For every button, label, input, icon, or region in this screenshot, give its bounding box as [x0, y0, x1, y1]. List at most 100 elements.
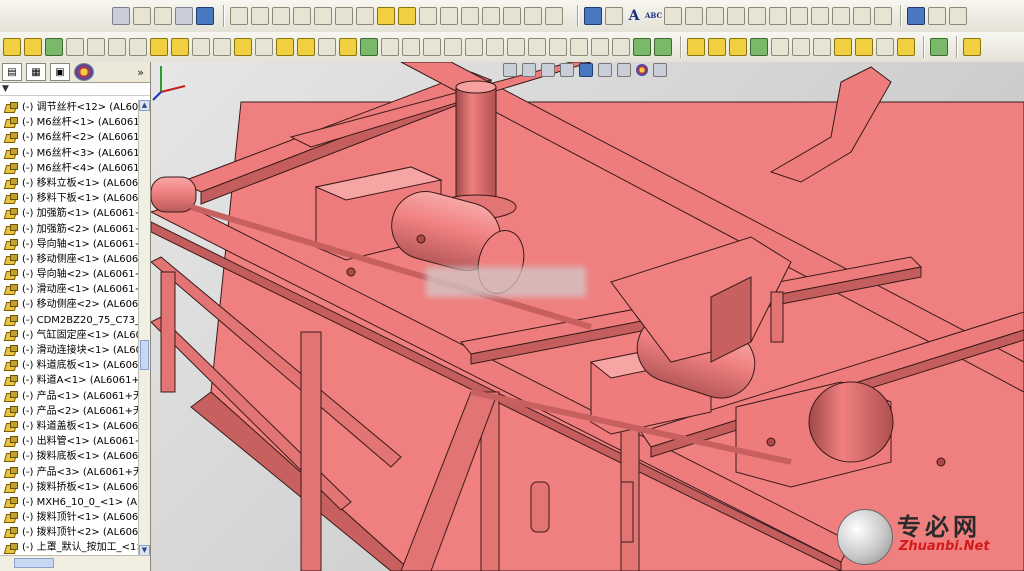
rib-icon[interactable]	[503, 7, 521, 25]
configuration-manager-tab-icon[interactable]: ▣	[50, 63, 70, 81]
tree-item[interactable]: (-) 导向轴<1> (AL6061+无	[0, 237, 138, 252]
knit-icon[interactable]	[612, 38, 630, 56]
sheetmetal-icon[interactable]	[381, 38, 399, 56]
check-icon[interactable]	[706, 7, 724, 25]
tree-item[interactable]: (-) 拨料挢板<1> (AL6061	[0, 480, 138, 495]
tree-item[interactable]: (-) M6丝杆<1> (AL6061+无	[0, 115, 138, 130]
fillet-feature-icon[interactable]	[129, 38, 147, 56]
tree-item[interactable]: (-) M6丝杆<2> (AL6061+无	[0, 130, 138, 145]
tree-item[interactable]: (-) 拨料顶针<2> (AL6061	[0, 525, 138, 540]
insert-component-icon[interactable]	[687, 38, 705, 56]
chamfer-icon[interactable]	[461, 7, 479, 25]
component-icon[interactable]	[133, 7, 151, 25]
tree-item[interactable]: (-) 出料管<1> (AL6061+	[0, 434, 138, 449]
appearance-icon[interactable]	[930, 38, 948, 56]
previous-view-icon[interactable]	[541, 63, 555, 77]
panel-filter-bar[interactable]: ▼	[0, 83, 150, 96]
tree-item[interactable]: (-) 移料下板<1> (AL6061	[0, 191, 138, 206]
extra-tool-icon[interactable]	[963, 38, 981, 56]
tree-item[interactable]: (-) 调节丝杆<12> (AL606	[0, 100, 138, 115]
assembly-pattern-icon[interactable]	[855, 38, 873, 56]
dimension-icon[interactable]	[293, 7, 311, 25]
tree-horizontal-scrollbar[interactable]	[0, 555, 150, 571]
hole-wizard-icon[interactable]	[234, 38, 252, 56]
pattern-icon[interactable]	[545, 7, 563, 25]
gusset-icon[interactable]	[486, 38, 504, 56]
tree-item[interactable]: (-) 料道盖板<1> (AL6061	[0, 419, 138, 434]
mirror-feature-icon[interactable]	[318, 38, 336, 56]
view-orientation-icon[interactable]	[579, 63, 593, 77]
tolerance-icon[interactable]	[748, 7, 766, 25]
rebuild-assembly-icon[interactable]	[897, 38, 915, 56]
rib-feature-icon[interactable]	[171, 38, 189, 56]
apply-scene-icon[interactable]	[653, 63, 667, 77]
spell-check-icon[interactable]: ABC	[645, 8, 662, 24]
sketch-icon[interactable]	[230, 7, 248, 25]
graphics-viewport[interactable]: 专必网 Zhuanbi.Net	[151, 62, 1024, 571]
revolve-cut-icon[interactable]	[108, 38, 126, 56]
scroll-up-arrow-icon[interactable]: ▲	[139, 100, 150, 111]
fillet-icon[interactable]	[440, 7, 458, 25]
hide-show-icon[interactable]	[813, 38, 831, 56]
rotate-component-icon[interactable]	[729, 38, 747, 56]
structural-member-icon[interactable]	[444, 38, 462, 56]
curves-icon[interactable]	[339, 38, 357, 56]
hide-show-items-icon[interactable]	[617, 63, 631, 77]
weldment-icon[interactable]	[423, 38, 441, 56]
tree-item[interactable]: (-) 产品<3> (AL6061+无仿	[0, 465, 138, 480]
revolve-icon[interactable]	[24, 38, 42, 56]
loft-icon[interactable]	[66, 38, 84, 56]
extrude-icon[interactable]	[3, 38, 21, 56]
trim-extend-icon[interactable]	[465, 38, 483, 56]
section-view-icon[interactable]	[560, 63, 574, 77]
scrollbar-thumb[interactable]	[14, 558, 54, 568]
display-style-icon[interactable]	[598, 63, 612, 77]
note-icon[interactable]	[605, 7, 623, 25]
tree-item[interactable]: (-) 滑动座<1> (AL6061+无	[0, 282, 138, 297]
tree-item[interactable]: (-) 气缸固定座<1> (AL60	[0, 328, 138, 343]
tree-item[interactable]: (-) 产品<2> (AL6061+无仿	[0, 404, 138, 419]
shell-feature-icon[interactable]	[192, 38, 210, 56]
tree-item[interactable]: (-) 加强筋<1> (AL6061+无	[0, 206, 138, 221]
sweep-icon[interactable]	[45, 38, 63, 56]
text-icon[interactable]: A	[626, 8, 642, 24]
zoom-to-fit-icon[interactable]	[503, 63, 517, 77]
appearance-tab-icon[interactable]	[74, 63, 94, 81]
tree-item[interactable]: (-) 移动侧座<2> (AL6061	[0, 297, 138, 312]
datum-icon[interactable]	[769, 7, 787, 25]
zoom-area-icon[interactable]	[522, 63, 536, 77]
filter-icon[interactable]	[112, 7, 130, 25]
tree-item[interactable]: (-) M6丝杆<4> (AL6061+无	[0, 161, 138, 176]
edit-appearance-icon[interactable]	[636, 64, 648, 76]
surface-finish-icon[interactable]	[811, 7, 829, 25]
tree-item[interactable]: (-) 拨料顶针<1> (AL6061	[0, 510, 138, 525]
tree-item[interactable]: (-) 产品<1> (AL6061+无仿	[0, 389, 138, 404]
camera-icon[interactable]	[154, 7, 172, 25]
tree-item[interactable]: (-) 滑动连接块<1> (AL60	[0, 343, 138, 358]
trim-icon[interactable]	[314, 7, 332, 25]
window-icon[interactable]	[196, 7, 214, 25]
interference-icon[interactable]	[792, 38, 810, 56]
surface-icon[interactable]	[591, 38, 609, 56]
tree-item[interactable]: (-) 上罩_默认_按加工_<1>	[0, 540, 138, 555]
tree-item[interactable]: (-) 移动侧座<1> (AL6061	[0, 252, 138, 267]
table-icon[interactable]	[853, 7, 871, 25]
save-icon[interactable]	[175, 7, 193, 25]
options-icon[interactable]	[398, 7, 416, 25]
balloon-icon[interactable]	[790, 7, 808, 25]
circular-pattern-icon[interactable]	[297, 38, 315, 56]
tree-item[interactable]: (-) 加强筋<2> (AL6061+无	[0, 222, 138, 237]
smart-fasteners-icon[interactable]	[750, 38, 768, 56]
zoom-area-icon[interactable]	[685, 7, 703, 25]
hole-icon[interactable]	[419, 7, 437, 25]
origin-icon[interactable]	[907, 7, 925, 25]
layout-icon[interactable]	[949, 7, 967, 25]
feature-tree-tab-icon[interactable]: ▤	[2, 63, 22, 81]
tree-item[interactable]: (-) 拨料底板<1> (AL6061	[0, 449, 138, 464]
smart-dimension-icon[interactable]	[584, 7, 602, 25]
parting-line-icon[interactable]	[549, 38, 567, 56]
tree-item[interactable]: (-) 料道底板<1> (AL6061	[0, 358, 138, 373]
cut-icon[interactable]	[87, 38, 105, 56]
draft-feature-icon[interactable]	[213, 38, 231, 56]
linear-pattern-icon[interactable]	[276, 38, 294, 56]
